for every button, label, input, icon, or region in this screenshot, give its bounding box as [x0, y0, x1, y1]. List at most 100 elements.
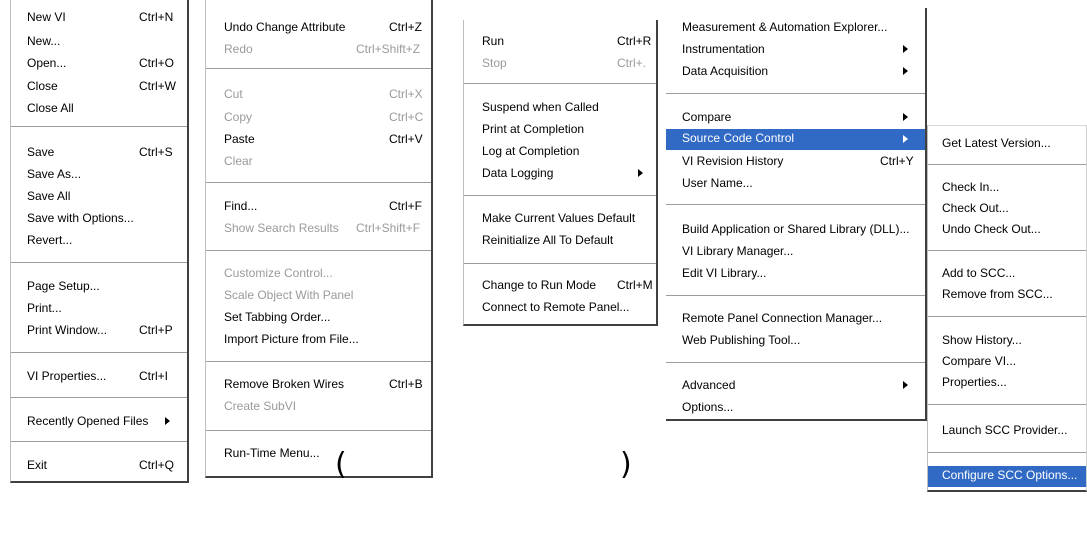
submenu-arrow-icon: [165, 417, 170, 425]
menu-item-remote-panel-connection-manager[interactable]: Remote Panel Connection Manager...: [666, 309, 925, 328]
menu-item-page-setup[interactable]: Page Setup...: [11, 277, 187, 296]
menu-item-scale-object[interactable]: Scale Object With Panel: [206, 286, 431, 305]
menu-item-edit-vi-library[interactable]: Edit VI Library...: [666, 264, 925, 283]
menu-item-shortcut: Ctrl+P: [139, 323, 173, 337]
menu-item-remove-from-scc[interactable]: Remove from SCC...: [928, 285, 1086, 304]
menu-item-vi-revision-history[interactable]: VI Revision History Ctrl+Y: [666, 152, 925, 171]
menu-item-show-search-results[interactable]: Show Search Results Ctrl+Shift+F: [206, 219, 431, 238]
menu-item-show-history[interactable]: Show History...: [928, 331, 1086, 350]
caption-close-paren: ): [620, 447, 632, 482]
menu-item-open[interactable]: Open... Ctrl+O: [11, 54, 187, 73]
menu-item-set-tabbing-order[interactable]: Set Tabbing Order...: [206, 308, 431, 327]
menu-item-label: Web Publishing Tool...: [682, 333, 801, 347]
menu-item-vi-library-manager[interactable]: VI Library Manager...: [666, 242, 925, 261]
menu-item-data-acquisition[interactable]: Data Acquisition: [666, 62, 925, 81]
menu-separator: [666, 204, 925, 206]
menu-item-label: Configure SCC Options...: [942, 468, 1078, 482]
menu-item-label: New VI: [27, 10, 66, 24]
menu-item-revert[interactable]: Revert...: [11, 231, 187, 250]
menu-item-find[interactable]: Find... Ctrl+F: [206, 197, 431, 216]
menu-item-label: New...: [27, 34, 61, 48]
menu-item-label: VI Library Manager...: [682, 244, 794, 258]
menu-item-compare[interactable]: Compare: [666, 108, 925, 127]
menu-item-check-out[interactable]: Check Out...: [928, 199, 1086, 218]
menu-item-shortcut: Ctrl+B: [389, 377, 423, 391]
menu-item-label: Instrumentation: [682, 42, 765, 56]
menu-item-make-current-values-default[interactable]: Make Current Values Default: [464, 209, 656, 228]
menu-item-add-to-scc[interactable]: Add to SCC...: [928, 264, 1086, 283]
menu-item-import-picture[interactable]: Import Picture from File...: [206, 330, 431, 349]
menu-item-user-name[interactable]: User Name...: [666, 174, 925, 193]
menu-item-label: Customize Control...: [224, 266, 333, 280]
menu-item-undo-check-out[interactable]: Undo Check Out...: [928, 220, 1086, 239]
menu-item-label: Remove Broken Wires: [224, 377, 345, 391]
menu-item-label: Make Current Values Default: [482, 211, 636, 225]
menu-item-suspend-when-called[interactable]: Suspend when Called: [464, 98, 656, 117]
menu-item-instrumentation[interactable]: Instrumentation: [666, 40, 925, 59]
menu-item-shortcut: Ctrl+Y: [880, 154, 914, 168]
menu-item-run[interactable]: Run Ctrl+R: [464, 32, 656, 51]
menu-item-label: Compare: [682, 110, 732, 124]
menu-item-label: Add to SCC...: [942, 266, 1016, 280]
menu-item-print-at-completion[interactable]: Print at Completion: [464, 120, 656, 139]
menu-item-save-all[interactable]: Save All: [11, 187, 187, 206]
menu-item-paste[interactable]: Paste Ctrl+V: [206, 130, 431, 149]
menu-item-label: Create SubVI: [224, 399, 297, 413]
menu-item-label: Close: [27, 79, 58, 93]
menu-item-save-with-options[interactable]: Save with Options...: [11, 209, 187, 228]
file-menu: New VI Ctrl+N New... Open... Ctrl+O Close C…: [10, 0, 189, 483]
menu-item-print-window[interactable]: Print Window... Ctrl+P: [11, 321, 187, 340]
menu-separator: [206, 361, 431, 363]
menu-item-launch-scc-provider[interactable]: Launch SCC Provider...: [928, 421, 1086, 440]
menu-item-create-subvi[interactable]: Create SubVI: [206, 397, 431, 416]
menu-item-vi-properties[interactable]: VI Properties... Ctrl+I: [11, 367, 187, 386]
menu-item-save[interactable]: Save Ctrl+S: [11, 143, 187, 162]
menu-item-copy[interactable]: Copy Ctrl+C: [206, 108, 431, 127]
menu-item-check-in[interactable]: Check In...: [928, 178, 1086, 197]
menu-item-label: Save As...: [27, 167, 82, 181]
submenu-arrow-icon: [903, 135, 908, 143]
menu-item-advanced[interactable]: Advanced: [666, 376, 925, 395]
menu-separator: [206, 250, 431, 252]
menu-item-label: Data Acquisition: [682, 64, 769, 78]
menu-item-log-at-completion[interactable]: Log at Completion: [464, 142, 656, 161]
menu-item-undo[interactable]: Undo Change Attribute Ctrl+Z: [206, 18, 431, 37]
menu-item-compare-vi[interactable]: Compare VI...: [928, 352, 1086, 371]
menu-item-shortcut: Ctrl+R: [617, 34, 652, 48]
menu-separator: [928, 250, 1086, 252]
menu-item-build-application[interactable]: Build Application or Shared Library (DLL…: [666, 220, 925, 239]
menu-item-shortcut: Ctrl+I: [139, 369, 169, 383]
menu-item-exit[interactable]: Exit Ctrl+Q: [11, 456, 187, 475]
menu-item-close[interactable]: Close Ctrl+W: [11, 77, 187, 96]
menu-item-run-time-menu[interactable]: Run-Time Menu...: [206, 444, 431, 463]
menu-separator: [928, 316, 1086, 318]
menu-item-recently-opened-files[interactable]: Recently Opened Files: [11, 412, 187, 431]
menu-item-get-latest-version[interactable]: Get Latest Version...: [928, 134, 1086, 153]
menu-item-cut[interactable]: Cut Ctrl+X: [206, 85, 431, 104]
menu-item-web-publishing-tool[interactable]: Web Publishing Tool...: [666, 331, 925, 350]
menu-item-label: Data Logging: [482, 166, 554, 180]
menu-item-redo[interactable]: Redo Ctrl+Shift+Z: [206, 40, 431, 59]
menu-item-close-all[interactable]: Close All: [11, 99, 187, 118]
menu-item-new[interactable]: New...: [11, 32, 187, 51]
menu-item-properties[interactable]: Properties...: [928, 373, 1086, 392]
menu-item-change-to-run-mode[interactable]: Change to Run Mode Ctrl+M: [464, 276, 656, 295]
menu-item-reinitialize-all[interactable]: Reinitialize All To Default: [464, 231, 656, 250]
menu-item-new-vi[interactable]: New VI Ctrl+N: [11, 8, 187, 27]
menu-item-source-code-control[interactable]: Source Code Control: [666, 129, 925, 150]
menu-item-remove-broken-wires[interactable]: Remove Broken Wires Ctrl+B: [206, 375, 431, 394]
menu-item-clear[interactable]: Clear: [206, 152, 431, 171]
menu-item-stop[interactable]: Stop Ctrl+.: [464, 54, 656, 73]
menu-item-label: Exit: [27, 458, 48, 472]
menu-item-options[interactable]: Options...: [666, 398, 925, 417]
menu-item-save-as[interactable]: Save As...: [11, 165, 187, 184]
menu-item-configure-scc-options[interactable]: Configure SCC Options...: [928, 466, 1086, 487]
menu-item-label: Set Tabbing Order...: [224, 310, 331, 324]
menu-item-label: Log at Completion: [482, 144, 580, 158]
menu-item-measurement-automation-explorer[interactable]: Measurement & Automation Explorer...: [666, 18, 925, 37]
menu-item-connect-to-remote-panel[interactable]: Connect to Remote Panel...: [464, 298, 656, 317]
menu-item-print[interactable]: Print...: [11, 299, 187, 318]
menu-item-data-logging[interactable]: Data Logging: [464, 164, 656, 183]
menu-separator: [928, 452, 1086, 454]
menu-item-customize-control[interactable]: Customize Control...: [206, 264, 431, 283]
